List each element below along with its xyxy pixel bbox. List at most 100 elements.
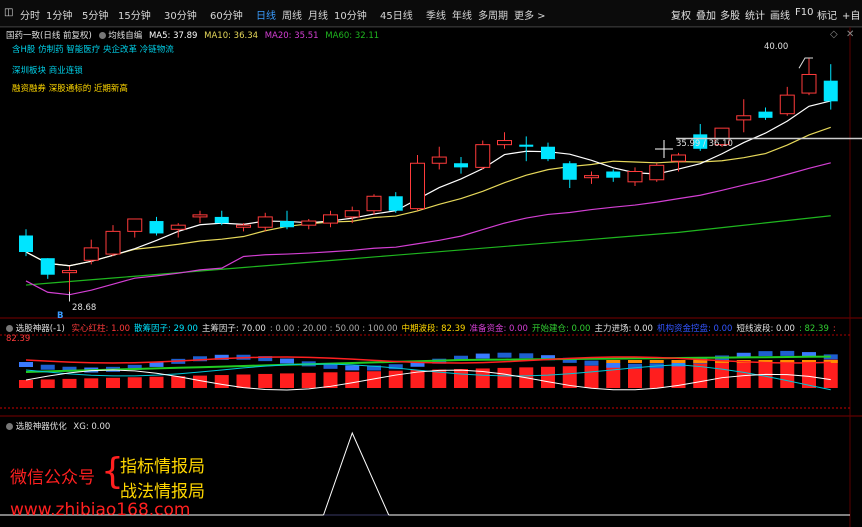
ma5-value: MA5: 37.89 bbox=[148, 31, 198, 41]
stock-title: 国药一致(日线 前复权) bbox=[6, 31, 92, 41]
xg-value: XG: 0.00 bbox=[73, 422, 111, 432]
candle-body bbox=[62, 270, 77, 274]
cursor-price-label: 35.99 / 36.10 bbox=[676, 139, 733, 149]
sub1-name: 选股神器(-1) bbox=[15, 324, 65, 334]
sub1-white-line bbox=[25, 369, 831, 391]
watermark-line2: 战法情报局 bbox=[120, 482, 205, 502]
watermark-line1: 指标情报局 bbox=[120, 457, 205, 477]
candle-body bbox=[584, 175, 599, 179]
settings-dot-icon[interactable] bbox=[6, 325, 13, 332]
sub1-blue-bar bbox=[497, 352, 512, 358]
candle-body bbox=[127, 218, 143, 232]
sub1-item-9: 短线波段: 0.00 bbox=[736, 324, 795, 334]
sub1-red-bar bbox=[106, 377, 120, 388]
close-icon[interactable]: ✕ bbox=[846, 29, 854, 40]
sub1-item-10: : 82.39 bbox=[798, 324, 829, 334]
sub-pane1-header: 选股神器(-1) 实心红柱: 1.00 散筹因子: 29.00 主筹因子: 70.0… bbox=[6, 322, 862, 344]
sub1-blue-bar bbox=[40, 364, 55, 370]
ma10-value: MA10: 36.34 bbox=[204, 31, 259, 41]
sub1-red-bar bbox=[541, 366, 555, 388]
sub1-red-bar bbox=[454, 369, 468, 388]
candle-body bbox=[301, 220, 317, 226]
sub1-blue-bar bbox=[758, 351, 773, 357]
sub2-signal-spike bbox=[323, 431, 390, 516]
sub1-red-bar bbox=[40, 379, 55, 388]
sub1-item-6: 开始建仓: 0.00 bbox=[531, 324, 591, 334]
candle-body bbox=[214, 216, 229, 224]
low-price-label: 28.68 bbox=[72, 303, 97, 313]
ma20-value: MA20: 35.51 bbox=[264, 31, 319, 41]
settings-dot-icon[interactable] bbox=[98, 32, 106, 39]
settings-dot-icon[interactable] bbox=[6, 423, 13, 430]
candle-body bbox=[454, 163, 468, 168]
candle-body bbox=[83, 247, 99, 261]
sub1-blue-bar bbox=[280, 358, 294, 364]
sub1-orange-bar bbox=[606, 360, 621, 363]
candle-body bbox=[736, 115, 752, 121]
sub1-item-8: 机构资金控盘: 0.00 bbox=[656, 324, 733, 334]
candle-body bbox=[410, 162, 425, 210]
high-price-label: 40.00 bbox=[764, 42, 789, 52]
sub1-item-5: 准备资金: 0.00 bbox=[469, 324, 528, 334]
candle-body bbox=[366, 195, 382, 212]
sub-pane2-header: 选股神器优化 XG: 0.00 bbox=[6, 420, 110, 432]
candle-body bbox=[627, 171, 643, 183]
sub1-item-2: 主筹因子: 70.00 bbox=[201, 324, 266, 334]
candle-body bbox=[149, 221, 164, 234]
sub1-red-bar bbox=[84, 378, 99, 388]
sub1-blue-bar bbox=[780, 350, 795, 356]
sub1-blue-bar bbox=[606, 362, 621, 368]
main-pane-header: 国药一致(日线 前复权) 均线自编 MA5: 37.89 MA10: 36.34… bbox=[6, 29, 379, 41]
candle-body bbox=[105, 230, 121, 255]
sub1-blue-bar bbox=[345, 365, 360, 371]
feature-tags[interactable]: 融资融券 深股通标的 近期新高 bbox=[12, 82, 128, 94]
sub1-red-bar bbox=[584, 365, 599, 388]
candle-body bbox=[40, 258, 55, 275]
sub1-item-4: 中期波段: 82.39 bbox=[401, 324, 466, 334]
candle-body bbox=[823, 80, 838, 102]
sub1-red-bar bbox=[62, 378, 77, 388]
sub1-red-bar bbox=[606, 365, 621, 388]
candle-body bbox=[431, 156, 447, 164]
sub1-red-bar bbox=[345, 371, 360, 388]
candle-body bbox=[779, 94, 795, 115]
indicator-name: 均线自编 bbox=[108, 31, 143, 41]
candle-body bbox=[497, 140, 512, 146]
sub1-red-bar bbox=[258, 373, 273, 388]
watermark-left: 微信公众号 bbox=[10, 468, 95, 488]
sub1-red-bar bbox=[236, 374, 251, 388]
diamond-icon[interactable]: ◇ bbox=[830, 29, 838, 40]
candle-body bbox=[519, 144, 534, 147]
sub1-red-bar bbox=[715, 362, 729, 388]
sub1-blue-bar bbox=[519, 353, 534, 359]
candle-body bbox=[801, 73, 817, 94]
sub1-red-bar bbox=[301, 372, 316, 388]
sub1-blue-bar bbox=[19, 362, 33, 367]
sub1-red-bar bbox=[497, 367, 512, 388]
sub1-orange-bar bbox=[671, 360, 686, 363]
sub1-blue-bar bbox=[584, 360, 599, 366]
sub1-orange-bar bbox=[628, 360, 642, 363]
candle-body bbox=[280, 221, 294, 228]
high-pointer bbox=[798, 57, 813, 69]
region-tags[interactable]: 深圳板块 商业连锁 bbox=[12, 64, 83, 76]
candle-body bbox=[562, 163, 577, 180]
ma5-line bbox=[25, 100, 831, 267]
sub1-red-bar bbox=[127, 377, 142, 388]
buy-marker: B bbox=[57, 311, 64, 321]
sub1-red-bar bbox=[388, 370, 403, 388]
sub1-red-bar bbox=[823, 359, 838, 388]
candle-body bbox=[323, 214, 338, 224]
candle-body bbox=[758, 111, 773, 118]
candle-body bbox=[192, 214, 208, 218]
candle-body bbox=[170, 224, 186, 230]
candle-body bbox=[649, 164, 665, 181]
sub1-item-3: : 0.00 : 20.00 : 50.00 : 100.00 bbox=[269, 324, 398, 334]
candle-body bbox=[475, 144, 491, 168]
sub1-orange-bar bbox=[649, 360, 664, 363]
watermark-url: www.zhibiao168.com bbox=[10, 500, 191, 520]
kline-chart[interactable] bbox=[0, 0, 862, 527]
candle-body bbox=[344, 210, 360, 218]
concept-tags[interactable]: 含H股 仿制药 智能医疗 央企改革 冷链物流 bbox=[12, 43, 174, 55]
ma60-line bbox=[25, 215, 831, 286]
